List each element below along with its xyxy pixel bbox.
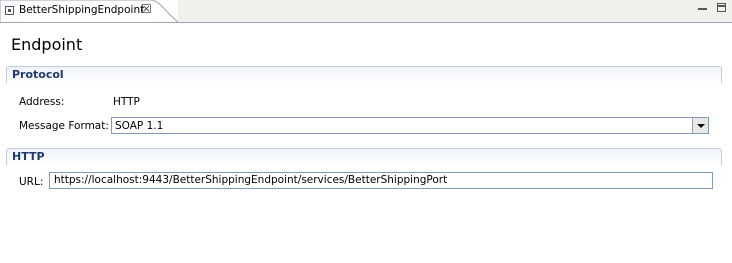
protocol-section-header[interactable]: Protocol — [6, 66, 722, 83]
minimize-icon[interactable] — [697, 3, 707, 10]
url-input[interactable]: https://localhost:9443/BetterShippingEnd… — [49, 172, 713, 189]
maximize-icon[interactable] — [717, 3, 726, 12]
close-icon[interactable]: ☒ — [141, 3, 152, 15]
message-format-value: SOAP 1.1 — [115, 120, 164, 132]
message-format-select[interactable]: SOAP 1.1 — [111, 117, 709, 134]
protocol-section-title: Protocol — [12, 68, 64, 81]
endpoint-file-icon — [5, 6, 14, 15]
tab-title: BetterShippingEndpoint — [19, 4, 145, 16]
url-label: URL: — [19, 176, 44, 188]
page-title: Endpoint — [11, 35, 83, 54]
chevron-down-icon[interactable] — [692, 118, 708, 133]
editor-tab-bar: BetterShippingEndpoint ☒ — [0, 0, 732, 23]
message-format-label: Message Format: — [19, 120, 109, 132]
window-controls — [693, 3, 726, 22]
address-value: HTTP — [113, 96, 140, 108]
address-label: Address: — [19, 96, 65, 108]
editor-tab[interactable]: BetterShippingEndpoint ☒ — [0, 0, 179, 23]
http-section-header[interactable]: HTTP — [6, 148, 722, 165]
http-section-title: HTTP — [12, 150, 45, 163]
